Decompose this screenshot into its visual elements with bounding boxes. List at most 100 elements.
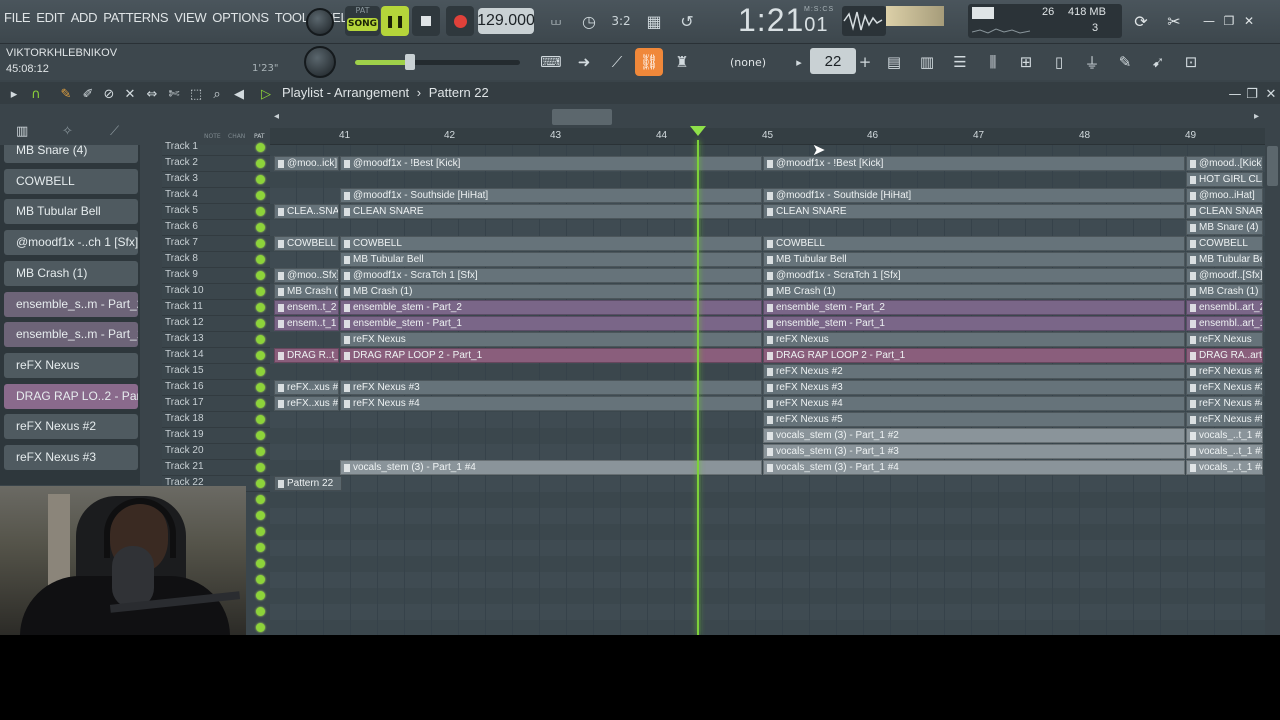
pat-song-toggle[interactable]: PAT SONG bbox=[345, 6, 380, 36]
playlist-clip[interactable]: MB Tubular Bell bbox=[763, 252, 1185, 267]
playlist-clip[interactable]: MB Crash (1) bbox=[763, 284, 1185, 299]
playlist-clip[interactable]: reFX Nexus #4 bbox=[763, 396, 1185, 411]
refresh-icon[interactable]: ⟳ bbox=[1132, 12, 1150, 31]
playlist-clip[interactable]: vocals_stem (3) - Part_1 #3 bbox=[763, 444, 1185, 459]
playlist-clip[interactable]: ensem..t_1 bbox=[274, 316, 339, 331]
pause-button[interactable]: ❚❚ bbox=[381, 6, 409, 36]
playlist-clip[interactable]: MB Tubular Bell bbox=[1186, 252, 1263, 267]
track-mute-led[interactable] bbox=[256, 175, 265, 184]
menu-edit[interactable]: EDIT bbox=[36, 10, 65, 25]
track-mute-led[interactable] bbox=[256, 223, 265, 232]
track-header[interactable]: Track 21 bbox=[162, 460, 270, 476]
piano-roll-icon[interactable]: ▥ bbox=[913, 48, 941, 76]
metronome-icon[interactable]: ⏙ bbox=[542, 8, 570, 34]
step-edit-icon[interactable]: ▦ bbox=[640, 8, 668, 34]
channel-rack-icon[interactable]: ☰ bbox=[946, 48, 974, 76]
playlist-clip[interactable]: ensembl..art_2 bbox=[1186, 300, 1263, 315]
playlist-clip[interactable]: ensem..t_2 bbox=[274, 300, 339, 315]
menu-options[interactable]: OPTIONS bbox=[212, 10, 269, 25]
plugin-icon[interactable]: ⏚ bbox=[1078, 48, 1106, 76]
track-mute-led[interactable] bbox=[256, 623, 265, 632]
playlist-clip[interactable]: reFX Nexus #5 bbox=[763, 412, 1185, 427]
restore-icon[interactable]: ❐ bbox=[1220, 12, 1238, 30]
playlist-clip[interactable]: COWBELL bbox=[1186, 236, 1263, 251]
track-header[interactable]: Track 1 bbox=[162, 140, 270, 156]
picker-item[interactable]: reFX Nexus #2 bbox=[4, 414, 138, 440]
minimize-icon[interactable]: — bbox=[1200, 12, 1218, 30]
track-mute-led[interactable] bbox=[256, 543, 265, 552]
vscroll-thumb[interactable] bbox=[1267, 146, 1278, 186]
picker-item[interactable]: MB Snare (4) bbox=[4, 145, 138, 163]
playlist-clip[interactable]: vocals_..t_1 #4 bbox=[1186, 460, 1263, 475]
track-mute-led[interactable] bbox=[256, 527, 265, 536]
picker-item[interactable]: MB Crash (1) bbox=[4, 260, 138, 286]
picker-patterns-icon[interactable]: ▥ bbox=[16, 124, 28, 139]
menu-add[interactable]: ADD bbox=[71, 10, 98, 25]
playlist-clip[interactable]: @mood..[Kick] bbox=[1186, 156, 1263, 171]
pattern-selector[interactable]: (none) bbox=[712, 50, 784, 74]
track-mute-led[interactable] bbox=[256, 575, 265, 584]
playlist-clip[interactable]: reFX Nexus #3 bbox=[763, 380, 1185, 395]
track-header[interactable]: Track 16 bbox=[162, 380, 270, 396]
slice-icon[interactable]: ✄ bbox=[166, 86, 182, 102]
picker-automation-icon[interactable]: ⟋ bbox=[110, 124, 119, 139]
track-mute-led[interactable] bbox=[256, 399, 265, 408]
track-mute-led[interactable] bbox=[256, 207, 265, 216]
playlist-icon[interactable]: ▤ bbox=[880, 48, 908, 76]
playlist-clip[interactable]: @moodf1x - ScraTch 1 [Sfx] bbox=[763, 268, 1185, 283]
track-mute-led[interactable] bbox=[256, 591, 265, 600]
playlist-clip[interactable]: MB Crash (1) bbox=[1186, 284, 1263, 299]
track-header[interactable]: Track 12 bbox=[162, 316, 270, 332]
picker-item[interactable]: reFX Nexus #3 bbox=[4, 445, 138, 470]
file-icon[interactable]: ▯ bbox=[1045, 48, 1073, 76]
playlist-clip[interactable]: MB Crash (1) bbox=[274, 284, 339, 299]
brush-icon[interactable]: ⟋ bbox=[603, 48, 631, 76]
track-header[interactable]: Track 8 bbox=[162, 252, 270, 268]
picker-item[interactable]: COWBELL bbox=[4, 168, 138, 194]
track-header[interactable]: Track 14 bbox=[162, 348, 270, 364]
master-volume-knob[interactable] bbox=[304, 46, 336, 78]
stop-button[interactable] bbox=[412, 6, 440, 36]
track-header[interactable]: Track 9 bbox=[162, 268, 270, 284]
link-icon[interactable]: ⛓ bbox=[635, 48, 663, 76]
track-mute-led[interactable] bbox=[256, 303, 265, 312]
track-header[interactable]: Track 2 bbox=[162, 156, 270, 172]
playlist-clip[interactable]: ensemble_stem - Part_2 bbox=[763, 300, 1185, 315]
playlist-clip[interactable]: reFX Nexus bbox=[763, 332, 1185, 347]
playhead-marker-icon[interactable] bbox=[690, 126, 706, 136]
track-mute-led[interactable] bbox=[256, 159, 265, 168]
track-header[interactable]: Track 18 bbox=[162, 412, 270, 428]
picker-scrollbar[interactable] bbox=[141, 145, 161, 485]
playlist-clip[interactable]: DRAG RA..art_1 bbox=[1186, 348, 1263, 363]
scroll-thumb[interactable] bbox=[552, 109, 612, 125]
magnet-icon[interactable]: ∩ bbox=[28, 86, 44, 102]
playlist-clip[interactable]: CLEA..SNARE bbox=[274, 204, 339, 219]
playlist-clip[interactable]: MB Snare (4) bbox=[1186, 220, 1263, 235]
track-header[interactable]: Track 17 bbox=[162, 396, 270, 412]
picker-item[interactable]: MB Tubular Bell bbox=[4, 199, 138, 225]
track-mute-led[interactable] bbox=[256, 239, 265, 248]
playlist-clip[interactable]: CLEAN SNARE bbox=[763, 204, 1185, 219]
playlist-clip[interactable]: reFX..xus #4 bbox=[274, 396, 339, 411]
playlist-clip[interactable]: Pattern 22 bbox=[274, 476, 342, 491]
playlist-clip[interactable]: DRAG RAP LOOP 2 - Part_1 bbox=[763, 348, 1185, 363]
tempo-display[interactable]: 129.000 bbox=[477, 8, 535, 34]
track-mute-led[interactable] bbox=[256, 431, 265, 440]
loop-record-icon[interactable]: ↺ bbox=[673, 8, 701, 34]
track-mute-led[interactable] bbox=[256, 495, 265, 504]
playlist-clip[interactable]: @moodf1x - Southside [HiHat] bbox=[763, 188, 1185, 203]
track-header[interactable]: Track 19 bbox=[162, 428, 270, 444]
delete-icon[interactable]: ⊘ bbox=[101, 86, 117, 102]
current-pattern[interactable]: Pattern 22 bbox=[429, 85, 489, 100]
playlist-clip[interactable]: reFX Nexus #5 bbox=[1186, 412, 1263, 427]
shop-icon[interactable]: ⊡ bbox=[1177, 48, 1205, 76]
playlist-clip[interactable]: vocals_..t_1 #3 bbox=[1186, 444, 1263, 459]
playlist-clip[interactable]: COWBELL bbox=[763, 236, 1185, 251]
menu-view[interactable]: VIEW bbox=[174, 10, 206, 25]
menu-file[interactable]: FILE bbox=[4, 10, 31, 25]
master-pitch-knob[interactable] bbox=[306, 8, 334, 36]
play-arrangement-icon[interactable]: ▷ bbox=[258, 86, 274, 102]
track-mute-led[interactable] bbox=[256, 287, 265, 296]
playlist-clip[interactable]: @moodf..[Sfx] bbox=[1186, 268, 1263, 283]
track-header[interactable]: Track 6 bbox=[162, 220, 270, 236]
